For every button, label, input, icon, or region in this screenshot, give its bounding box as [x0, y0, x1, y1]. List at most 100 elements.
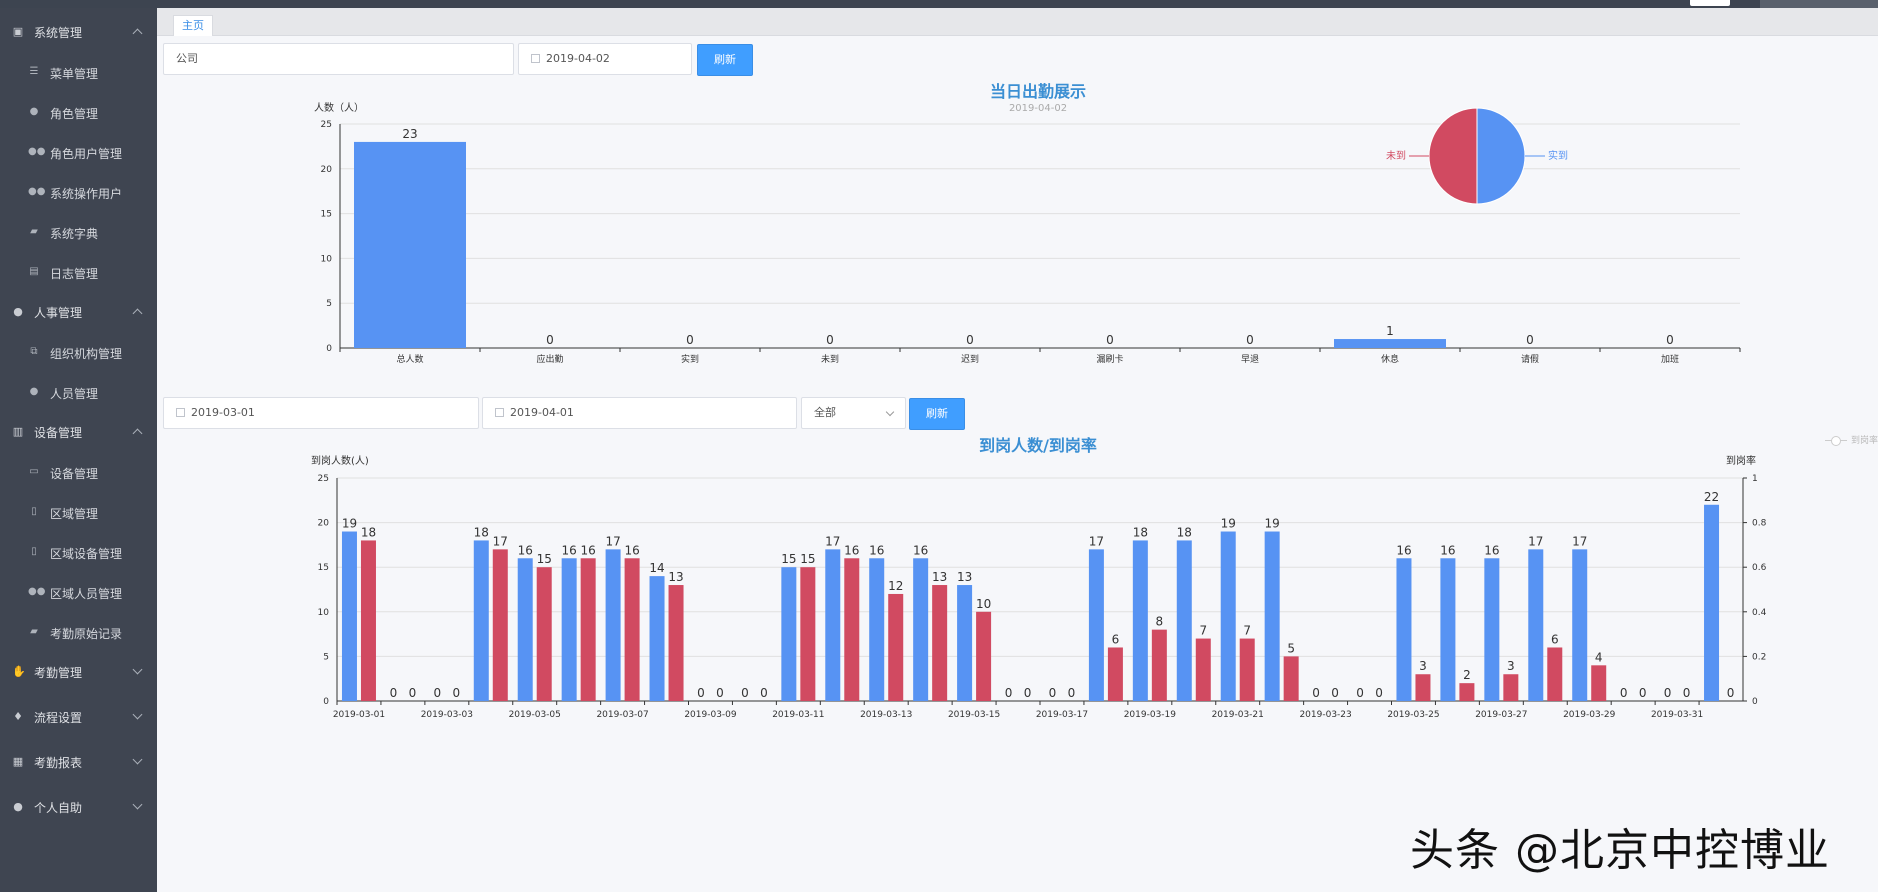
sidebar-item-0-2[interactable]: ●● 角色用户管理 — [0, 132, 157, 172]
chart2-data-label: 0 — [1375, 686, 1383, 700]
chart2-data-label: 3 — [1419, 659, 1427, 673]
sidebar-item-label: 日志管理 — [50, 267, 99, 281]
sidebar-group-4[interactable]: ♦ 流程设置 — [0, 697, 157, 737]
end-date-picker[interactable]: 2019-04-01 — [482, 397, 797, 429]
company-select[interactable]: 公司 — [163, 43, 514, 75]
sidebar-item-label: 区域人员管理 — [50, 587, 123, 601]
sidebar-item-label: 角色用户管理 — [50, 147, 123, 161]
sidebar-item-label: 考勤原始记录 — [50, 627, 123, 641]
sidebar-item-2-1[interactable]: ▯ 区域管理 — [0, 492, 157, 532]
sidebar-item-0-1[interactable]: ● 角色管理 — [0, 92, 157, 132]
chart2-data-label: 0 — [697, 686, 705, 700]
sidebar-group-2[interactable]: ▥ 设备管理 — [0, 412, 157, 452]
chart2-bar — [913, 558, 929, 701]
user-icon: ● — [29, 386, 39, 397]
user-avatar[interactable] — [1760, 0, 1878, 8]
chart2-data-label: 16 — [562, 543, 577, 557]
chart2-data-label: 0 — [1312, 686, 1320, 700]
chart2-ytick-label: 0 — [323, 697, 329, 707]
chart2-data-label: 16 — [581, 543, 596, 557]
chart2-ytick-label: 20 — [318, 519, 330, 529]
chevron-up-icon — [132, 428, 143, 439]
chart2-bar — [473, 540, 489, 701]
chart2-data-label: 0 — [1005, 686, 1013, 700]
chart2-bar — [360, 540, 376, 701]
sidebar-item-label: 菜单管理 — [50, 67, 99, 81]
sidebar-group-6[interactable]: ● 个人自助 — [0, 787, 157, 827]
scope-select[interactable]: 全部 — [801, 397, 906, 429]
chart1-data-label: 0 — [1106, 333, 1114, 347]
chart2-bar — [888, 593, 904, 701]
chart2-data-label: 16 — [624, 543, 639, 557]
sidebar-group-1[interactable]: ● 人事管理 — [0, 292, 157, 332]
refresh-button-2[interactable]: 刷新 — [909, 398, 965, 430]
chevron-down-icon — [885, 407, 895, 417]
sidebar-item-2-4[interactable]: ▰ 考勤原始记录 — [0, 612, 157, 652]
chart2-bar — [1396, 558, 1412, 701]
start-date-picker[interactable]: 2019-03-01 — [163, 397, 479, 429]
sidebar-group-5[interactable]: ▦ 考勤报表 — [0, 742, 157, 782]
chart2-title: 到岗人数/到岗率 — [979, 436, 1097, 455]
chart2-xtick-label: 2019-03-13 — [860, 710, 912, 720]
chart2-xtick-label: 2019-03-15 — [948, 710, 1000, 720]
chart2-bar — [1239, 638, 1255, 701]
sidebar-group-0[interactable]: ▣ 系统管理 — [0, 12, 157, 52]
sidebar-item-1-0[interactable]: ⧉ 组织机构管理 — [0, 332, 157, 372]
chart1-ytick-label: 25 — [321, 120, 332, 130]
chart2-data-label: 17 — [1089, 534, 1104, 548]
chart2-data-label: 17 — [825, 534, 840, 548]
chart2-bar — [844, 558, 860, 701]
chart2-data-label: 7 — [1199, 624, 1207, 638]
chart2-bar — [781, 567, 797, 701]
refresh-button[interactable]: 刷新 — [697, 44, 753, 76]
book-icon: ▰ — [30, 226, 38, 237]
chart2-data-label: 17 — [605, 534, 620, 548]
chart2-data-label: 16 — [844, 543, 859, 557]
chart2-data-label: 16 — [1484, 543, 1499, 557]
chart2-data-label: 17 — [493, 534, 508, 548]
sidebar-item-2-3[interactable]: ●● 区域人员管理 — [0, 572, 157, 612]
log-icon: ▤ — [29, 266, 39, 277]
sidebar-item-0-5[interactable]: ▤ 日志管理 — [0, 252, 157, 292]
sidebar-item-0-0[interactable]: ☰ 菜单管理 — [0, 52, 157, 92]
chart1-data-label: 0 — [1526, 333, 1534, 347]
chart2-bar — [668, 585, 684, 701]
chart2-bar — [1151, 629, 1167, 701]
sidebar-item-2-0[interactable]: ▭ 设备管理 — [0, 452, 157, 492]
chart2-bar — [492, 549, 508, 701]
chevron-down-icon — [132, 799, 143, 810]
start-date-value: 2019-03-01 — [191, 406, 255, 419]
chart2-data-label: 12 — [888, 579, 903, 593]
chart2-data-label: 19 — [1221, 517, 1236, 531]
rate-legend[interactable]: 到岗率 — [1825, 433, 1878, 446]
chart2-data-label: 15 — [800, 552, 815, 566]
date-picker[interactable]: 2019-04-02 — [518, 43, 692, 75]
sidebar-item-1-1[interactable]: ● 人员管理 — [0, 372, 157, 412]
chevron-down-icon — [132, 664, 143, 675]
chart2-bar — [957, 585, 973, 701]
chart2-data-label: 15 — [781, 552, 796, 566]
chart1-category-label: 早退 — [1241, 354, 1259, 365]
sidebar-item-0-4[interactable]: ▰ 系统字典 — [0, 212, 157, 252]
sidebar-item-2-2[interactable]: ▯ 区域设备管理 — [0, 532, 157, 572]
sidebar-item-label: 系统字典 — [50, 227, 99, 241]
chart2-data-label: 16 — [518, 543, 533, 557]
sidebar-group-3[interactable]: ✋ 考勤管理 — [0, 652, 157, 692]
chart2-bar — [561, 558, 577, 701]
sidebar-group-label: 个人自助 — [34, 800, 83, 815]
chart2-bar — [1176, 540, 1192, 701]
chart2-data-label: 13 — [932, 570, 947, 584]
sidebar-group-label: 设备管理 — [34, 425, 83, 440]
chart2-data-label: 0 — [1639, 686, 1647, 700]
tab-home[interactable]: 主页 — [173, 15, 213, 36]
chart2-bar — [1195, 638, 1211, 701]
chart2-data-label: 13 — [668, 570, 683, 584]
chart2-bar — [1283, 656, 1299, 701]
chart1-category-label: 未到 — [821, 353, 839, 365]
chart2-bar — [1132, 540, 1148, 701]
top-search-box[interactable] — [1690, 0, 1730, 6]
chart1-bar — [354, 141, 466, 348]
chevron-down-icon — [132, 754, 143, 765]
chart1-subtitle: 2019-04-02 — [1008, 103, 1068, 114]
sidebar-item-0-3[interactable]: ●● 系统操作用户 — [0, 172, 157, 212]
